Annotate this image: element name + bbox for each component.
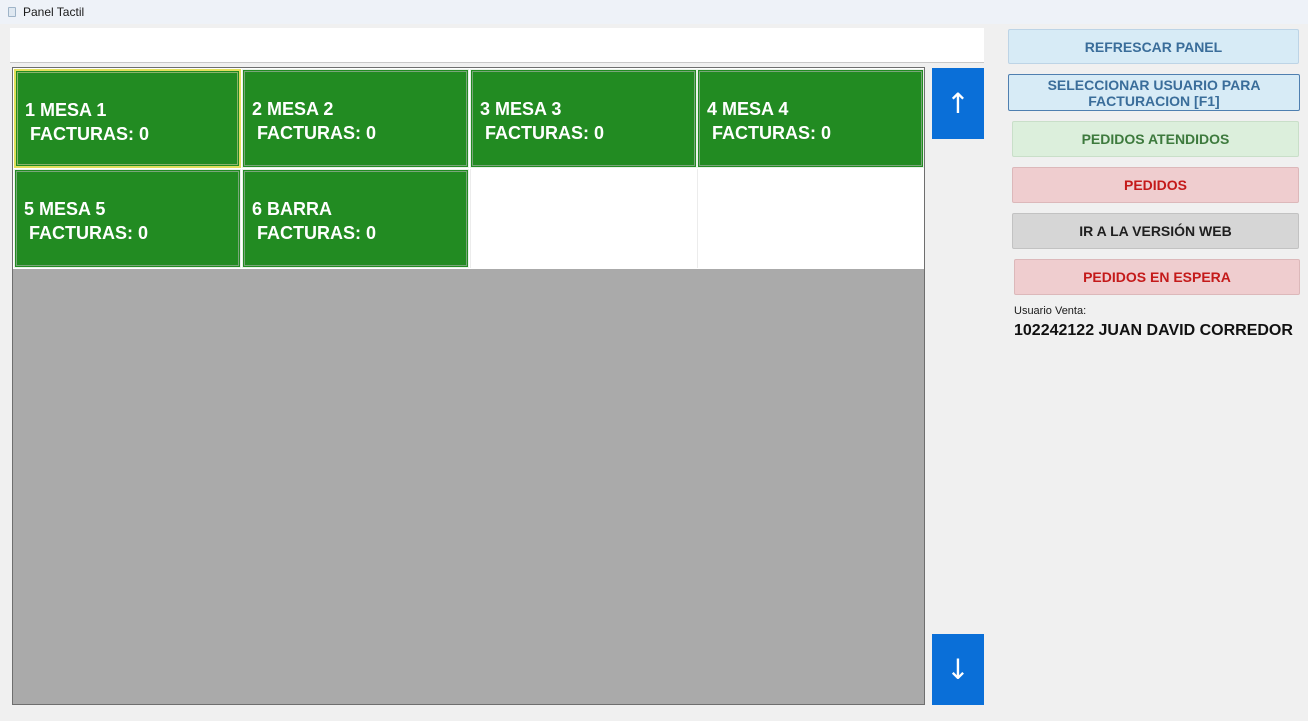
- select-billing-user-button[interactable]: SELECCIONAR USUARIO PARA FACTURACION [F1…: [1008, 74, 1300, 111]
- empty-tile: [697, 169, 924, 268]
- table-tile-mesa-2[interactable]: 2 MESA 2 FACTURAS: 0: [242, 69, 469, 168]
- panel-tactil-window: Panel Tactil 1 MESA 1 FACTURAS: 0 2 MESA…: [0, 0, 1308, 721]
- sales-user-value: 102242122 JUAN DAVID CORREDOR: [1014, 322, 1293, 339]
- table-tile-label: 3 MESA 3 FACTURAS: 0: [480, 99, 605, 143]
- table-tile-label: 4 MESA 4 FACTURAS: 0: [707, 99, 832, 143]
- tables-panel: 1 MESA 1 FACTURAS: 0 2 MESA 2 FACTURAS: …: [12, 67, 925, 705]
- arrow-down-icon: ↓: [946, 653, 970, 686]
- tables-grid: 1 MESA 1 FACTURAS: 0 2 MESA 2 FACTURAS: …: [13, 68, 924, 269]
- waiting-orders-button[interactable]: PEDIDOS EN ESPERA: [1014, 259, 1300, 295]
- web-version-button[interactable]: IR A LA VERSIÓN WEB: [1012, 213, 1299, 249]
- window-title: Panel Tactil: [23, 5, 85, 19]
- sales-user-label: Usuario Venta:: [1014, 305, 1087, 317]
- scroll-up-button[interactable]: ↑: [932, 68, 984, 139]
- table-tile-mesa-1[interactable]: 1 MESA 1 FACTURAS: 0: [14, 69, 241, 168]
- scroll-down-button[interactable]: ↓: [932, 634, 984, 705]
- table-tile-mesa-3[interactable]: 3 MESA 3 FACTURAS: 0: [470, 69, 697, 168]
- attended-orders-button[interactable]: PEDIDOS ATENDIDOS: [1012, 121, 1299, 157]
- table-tile-mesa-5[interactable]: 5 MESA 5 FACTURAS: 0: [14, 169, 241, 268]
- app-icon: [6, 6, 16, 18]
- table-tile-label: 5 MESA 5 FACTURAS: 0: [24, 199, 149, 243]
- table-tile-mesa-4[interactable]: 4 MESA 4 FACTURAS: 0: [697, 69, 924, 168]
- table-tile-barra[interactable]: 6 BARRA FACTURAS: 0: [242, 169, 469, 268]
- title-bar: Panel Tactil: [0, 0, 1308, 24]
- refresh-panel-button[interactable]: REFRESCAR PANEL: [1008, 29, 1299, 64]
- table-tile-label: 1 MESA 1 FACTURAS: 0: [25, 100, 150, 144]
- table-tile-label: 2 MESA 2 FACTURAS: 0: [252, 99, 377, 143]
- top-input-area: [10, 28, 984, 63]
- arrow-up-icon: ↑: [946, 87, 970, 120]
- empty-tile: [470, 169, 697, 268]
- orders-button[interactable]: PEDIDOS: [1012, 167, 1299, 203]
- table-tile-label: 6 BARRA FACTURAS: 0: [252, 199, 377, 243]
